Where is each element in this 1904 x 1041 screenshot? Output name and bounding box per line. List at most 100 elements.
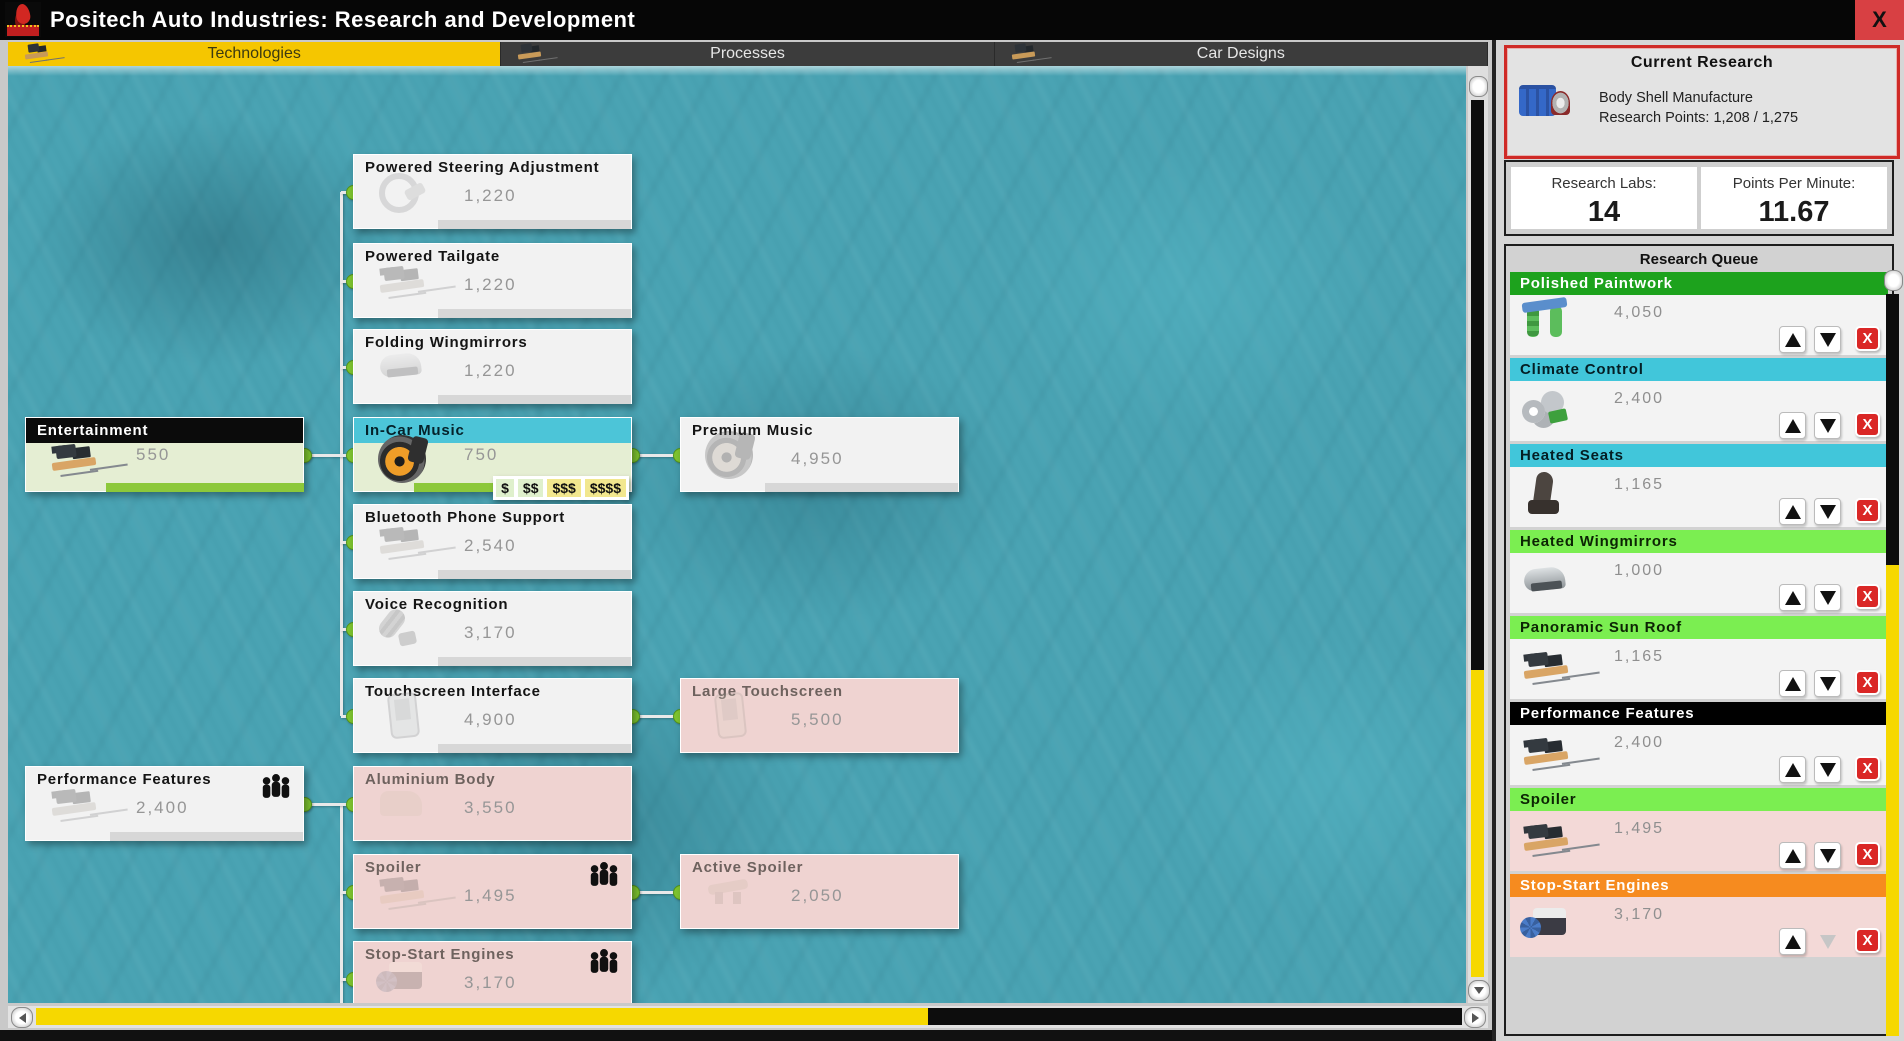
tech-node-body: 550: [26, 443, 303, 492]
tech-tree-canvas[interactable]: Powered Steering Adjustment1,220 Powered …: [8, 66, 1466, 1003]
down-arrow-icon: [1820, 849, 1836, 863]
move-up-button[interactable]: [1779, 326, 1806, 353]
down-arrow-icon: [1820, 419, 1836, 433]
research-cost: 3,550: [464, 798, 517, 818]
tech-node-stop-start-engines[interactable]: Stop-Start Engines3,170: [353, 941, 632, 1003]
tech-node-bluetooth-phone-support[interactable]: Bluetooth Phone Support2,540: [353, 504, 632, 579]
staff-required-icon: [587, 949, 621, 975]
desk-icon: [1520, 813, 1572, 865]
current-research-panel: Current Research Body Shell Manufacture …: [1504, 45, 1900, 159]
fans-icon: [1520, 383, 1572, 435]
research-cost: 2,540: [464, 536, 517, 556]
move-down-button[interactable]: [1814, 756, 1841, 783]
points-per-minute-label: Points Per Minute:: [1701, 175, 1887, 192]
move-up-button[interactable]: [1779, 928, 1806, 955]
research-cost: 1,220: [464, 275, 517, 295]
tab-processes[interactable]: Processes: [501, 42, 994, 66]
move-down-button[interactable]: [1814, 584, 1841, 611]
connector-line: [340, 804, 343, 1003]
queue-scrollbar[interactable]: [1884, 266, 1902, 1036]
remove-from-queue-button[interactable]: X: [1855, 670, 1880, 695]
tech-node-performance-features[interactable]: Performance Features2,400: [25, 766, 304, 841]
down-arrow-icon: [1820, 677, 1836, 691]
remove-from-queue-button[interactable]: X: [1855, 326, 1880, 351]
queue-item-body: 1,000X: [1510, 553, 1888, 613]
queue-item-body: 2,400X: [1510, 381, 1888, 441]
body-shell-machine-icon: [1519, 76, 1571, 128]
scroll-thumb[interactable]: [1469, 76, 1488, 97]
move-up-button[interactable]: [1779, 412, 1806, 439]
queue-item-cost: 1,495: [1614, 820, 1664, 838]
desk-icon: [1009, 40, 1039, 66]
desk-icon: [515, 40, 545, 66]
tech-node-spoiler[interactable]: Spoiler1,495: [353, 854, 632, 929]
progress-track: [438, 657, 631, 666]
tech-node-aluminium-body[interactable]: Aluminium Body3,550: [353, 766, 632, 841]
tech-node-active-spoiler[interactable]: Active Spoiler2,050: [680, 854, 959, 929]
tech-node-in-car-music[interactable]: In-Car Music750$$$$$$$$$$: [353, 417, 632, 492]
queue-item-title: Polished Paintwork: [1510, 272, 1888, 295]
remove-from-queue-button[interactable]: X: [1855, 498, 1880, 523]
move-up-button[interactable]: [1779, 584, 1806, 611]
queue-item-body: 3,170X: [1510, 897, 1888, 957]
scroll-thumb[interactable]: [1884, 270, 1903, 291]
tech-node-large-touchscreen[interactable]: Large Touchscreen5,500: [680, 678, 959, 753]
move-down-button[interactable]: [1814, 326, 1841, 353]
research-cost: 3,170: [464, 623, 517, 643]
queue-item-body: 1,165X: [1510, 467, 1888, 527]
move-up-button[interactable]: [1779, 842, 1806, 869]
move-down-button: [1814, 928, 1841, 955]
right-arrow-icon: [1472, 1013, 1479, 1023]
map-vertical-scrollbar[interactable]: [1468, 66, 1488, 1003]
move-down-button[interactable]: [1814, 670, 1841, 697]
research-cost: 2,400: [136, 798, 189, 818]
progress-track: [438, 570, 631, 579]
tech-node-body: 4,950: [681, 443, 958, 492]
tech-node-powered-steering-adjustment[interactable]: Powered Steering Adjustment1,220: [353, 154, 632, 229]
desk-icon: [1520, 641, 1572, 693]
scroll-track[interactable]: [928, 1008, 1462, 1025]
move-down-button[interactable]: [1814, 842, 1841, 869]
move-up-button[interactable]: [1779, 498, 1806, 525]
remove-from-queue-button[interactable]: X: [1855, 928, 1880, 953]
tech-node-body: 3,170: [354, 617, 631, 666]
queue-item-title: Performance Features: [1510, 702, 1888, 725]
tech-node-body: 1,495: [354, 880, 631, 929]
research-cost: 1,220: [464, 361, 517, 381]
queue-item-title: Spoiler: [1510, 788, 1888, 811]
progress-bar: [106, 483, 304, 492]
progress-track: [110, 832, 303, 841]
research-cost: 1,495: [464, 886, 517, 906]
progress-track: [438, 309, 631, 318]
tech-node-body: 4,900: [354, 704, 631, 753]
close-button[interactable]: X: [1855, 0, 1904, 40]
tech-node-folding-wingmirrors[interactable]: Folding Wingmirrors1,220: [353, 329, 632, 404]
remove-from-queue-button[interactable]: X: [1855, 756, 1880, 781]
queue-item-stop-start-engines: Stop-Start Engines3,170X: [1510, 874, 1888, 957]
tech-node-body: 1,220: [354, 180, 631, 229]
tech-node-powered-tailgate[interactable]: Powered Tailgate1,220: [353, 243, 632, 318]
up-arrow-icon: [1785, 505, 1801, 519]
remove-from-queue-button[interactable]: X: [1855, 412, 1880, 437]
move-down-button[interactable]: [1814, 412, 1841, 439]
tech-node-entertainment[interactable]: Entertainment550: [25, 417, 304, 492]
tech-node-premium-music[interactable]: Premium Music4,950: [680, 417, 959, 492]
down-arrow-icon: [1820, 505, 1836, 519]
move-down-button[interactable]: [1814, 498, 1841, 525]
tech-node-voice-recognition[interactable]: Voice Recognition3,170: [353, 591, 632, 666]
scroll-left-arrow[interactable]: [11, 1007, 33, 1028]
remove-from-queue-button[interactable]: X: [1855, 842, 1880, 867]
tab-technologies[interactable]: Technologies: [8, 42, 501, 66]
title-bar: Positech Auto Industries: Research and D…: [0, 0, 1904, 40]
remove-from-queue-button[interactable]: X: [1855, 584, 1880, 609]
tech-node-body: 2,050: [681, 880, 958, 929]
move-up-button[interactable]: [1779, 670, 1806, 697]
tab-car-designs[interactable]: Car Designs: [995, 42, 1488, 66]
scroll-right-arrow[interactable]: [1464, 1007, 1486, 1028]
move-up-button[interactable]: [1779, 756, 1806, 783]
scroll-down-arrow[interactable]: [1468, 980, 1490, 1001]
tab-label: Processes: [710, 45, 785, 63]
tech-node-touchscreen-interface[interactable]: Touchscreen Interface4,900: [353, 678, 632, 753]
map-horizontal-scrollbar[interactable]: [8, 1006, 1488, 1028]
tech-node-body: 2,540: [354, 530, 631, 579]
